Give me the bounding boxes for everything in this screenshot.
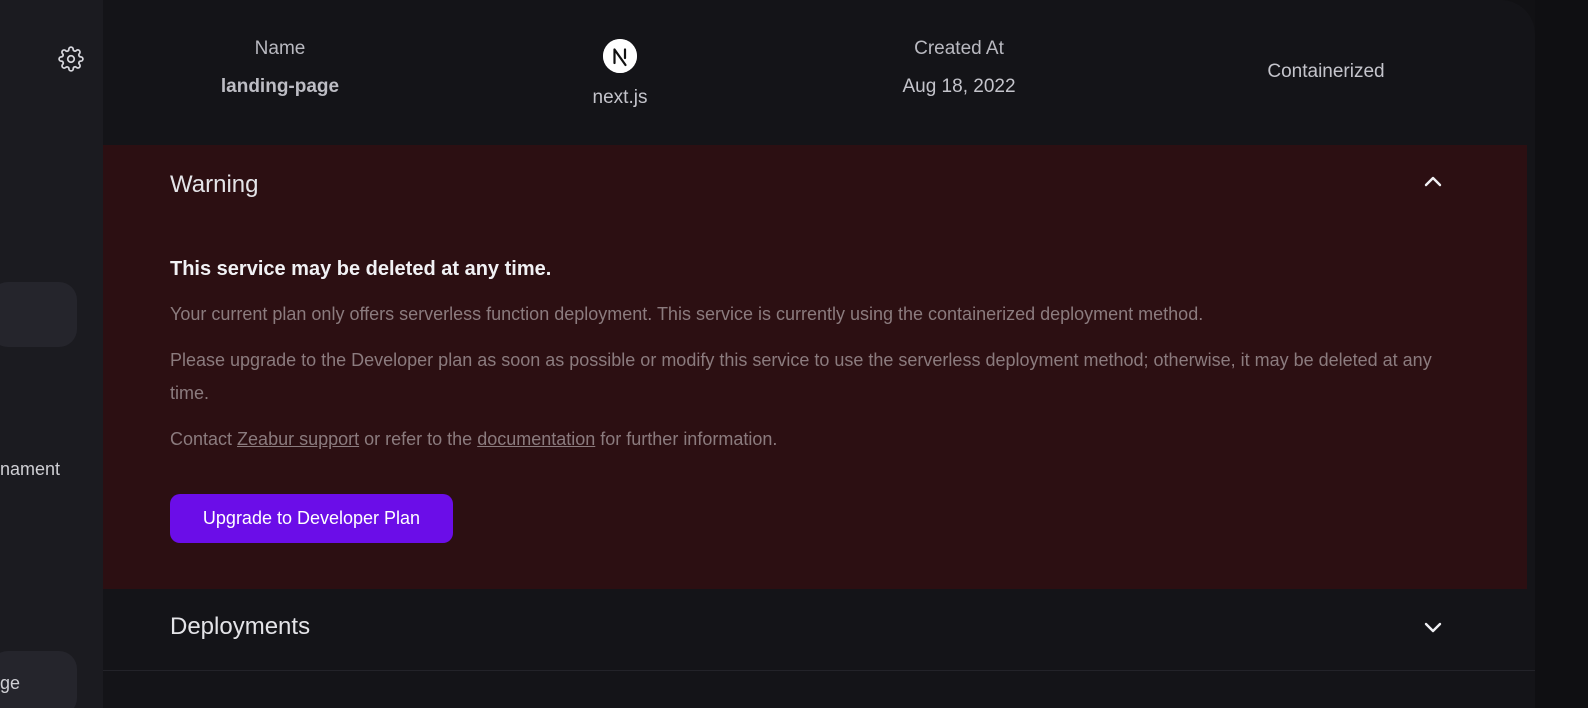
chevron-down-icon: [1424, 621, 1442, 639]
framework-value: next.js: [592, 87, 648, 108]
service-name-column: Name landing-page: [203, 38, 357, 98]
gear-icon: [58, 45, 84, 77]
upgrade-to-developer-plan-button[interactable]: Upgrade to Developer Plan: [170, 494, 453, 543]
warning-paragraph-upgrade: Please upgrade to the Developer plan as …: [170, 350, 1432, 403]
deployment-type-column: Containerized: [1243, 61, 1409, 83]
contact-middle: or refer to the: [359, 429, 478, 449]
sidebar-item-label: ge: [0, 673, 21, 693]
warning-heading: This service may be deleted at any time.: [170, 258, 552, 280]
deployment-type-value: Containerized: [1267, 61, 1385, 82]
chevron-up-icon: [1424, 174, 1442, 192]
warning-title[interactable]: Warning: [170, 171, 258, 199]
contact-prefix: Contact: [170, 429, 238, 449]
contact-suffix: for further information.: [595, 429, 778, 449]
warning-paragraph-contact: Contact Zeabur support or refer to the d…: [170, 423, 1470, 456]
sidebar-item-active[interactable]: [0, 282, 77, 347]
settings-button[interactable]: [56, 45, 86, 77]
documentation-link[interactable]: documentation: [477, 429, 595, 449]
deployments-section-header[interactable]: Deployments: [103, 589, 1535, 671]
warning-paragraph-plan: Your current plan only offers serverless…: [170, 304, 1204, 324]
right-gutter: [1535, 0, 1588, 708]
left-sidebar: nament ge: [0, 0, 103, 708]
service-name-value: landing-page: [220, 76, 340, 97]
deployments-title: Deployments: [170, 613, 311, 640]
nextjs-logo-icon: [603, 39, 637, 73]
created-at-value: Aug 18, 2022: [902, 76, 1016, 97]
created-at-label: Created At: [914, 38, 1004, 59]
warning-collapse-button[interactable]: [1420, 170, 1446, 196]
framework-column: next.js: [557, 39, 683, 109]
sidebar-item-highlight[interactable]: ge: [0, 651, 77, 708]
zeabur-support-link[interactable]: Zeabur support: [237, 429, 359, 449]
name-label: Name: [254, 38, 306, 59]
service-main-panel: Name landing-page next.js Created At Aug…: [103, 0, 1535, 708]
sidebar-item-label[interactable]: nament: [0, 459, 60, 480]
warning-panel: Warning This service may be deleted at a…: [103, 145, 1527, 589]
deployments-expand-button[interactable]: [1420, 617, 1446, 643]
created-at-column: Created At Aug 18, 2022: [879, 38, 1039, 98]
service-info-row: Name landing-page next.js Created At Aug…: [103, 0, 1535, 145]
